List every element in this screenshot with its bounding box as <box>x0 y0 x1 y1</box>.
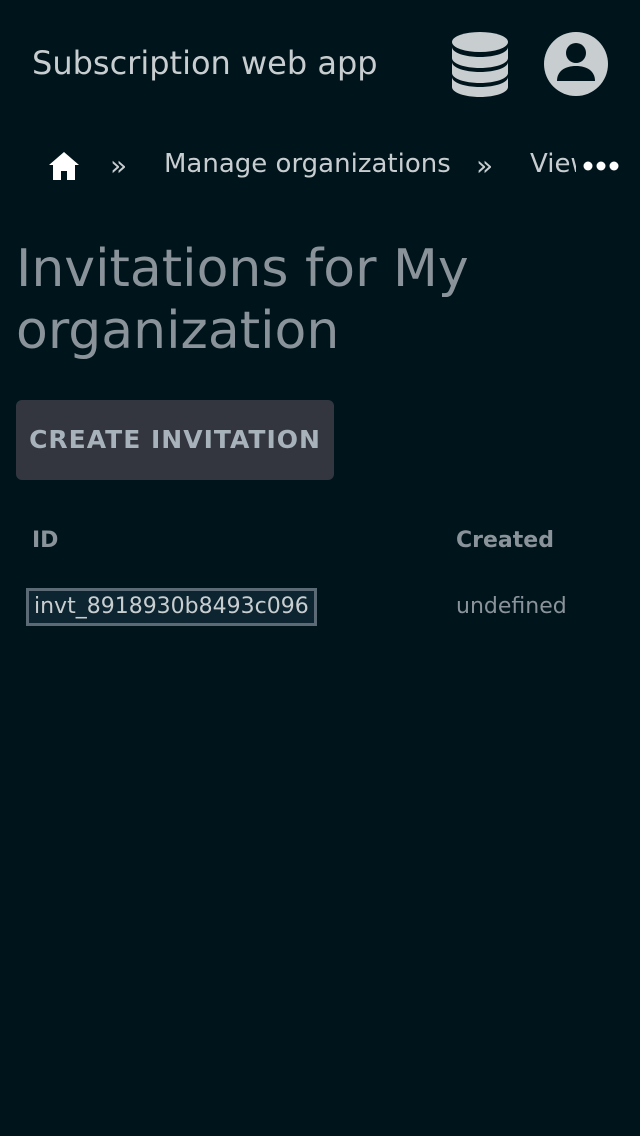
breadcrumb-manage-organizations[interactable]: Manage organizations <box>164 146 451 182</box>
column-header-id[interactable]: ID <box>32 526 58 556</box>
create-invitation-button[interactable]: CREATE INVITATION <box>16 400 334 480</box>
app-title: Subscription web app <box>32 44 378 82</box>
database-button[interactable] <box>448 30 512 98</box>
breadcrumb: » Manage organizations » View organizati… <box>0 128 640 204</box>
account-circle-icon <box>544 32 608 96</box>
breadcrumb-separator: » <box>476 149 494 182</box>
table-row[interactable]: invt_8918930b8493c096 undefined <box>0 586 640 630</box>
breadcrumb-separator: » <box>110 149 128 182</box>
invitation-created-cell: undefined <box>456 594 567 619</box>
breadcrumb-home[interactable] <box>44 146 84 186</box>
breadcrumb-more-button[interactable] <box>580 150 622 182</box>
page-title: Invitations for My organization <box>16 239 469 361</box>
app-bar: Subscription web app <box>0 0 640 128</box>
more-horizontal-icon <box>583 161 619 171</box>
home-icon <box>49 152 79 180</box>
breadcrumb-view-organization[interactable]: View organization <box>530 146 576 182</box>
column-header-created[interactable]: Created <box>456 526 554 556</box>
account-button[interactable] <box>542 30 610 98</box>
invitation-id-link[interactable]: invt_8918930b8493c096 <box>26 588 317 626</box>
database-icon <box>452 32 508 97</box>
